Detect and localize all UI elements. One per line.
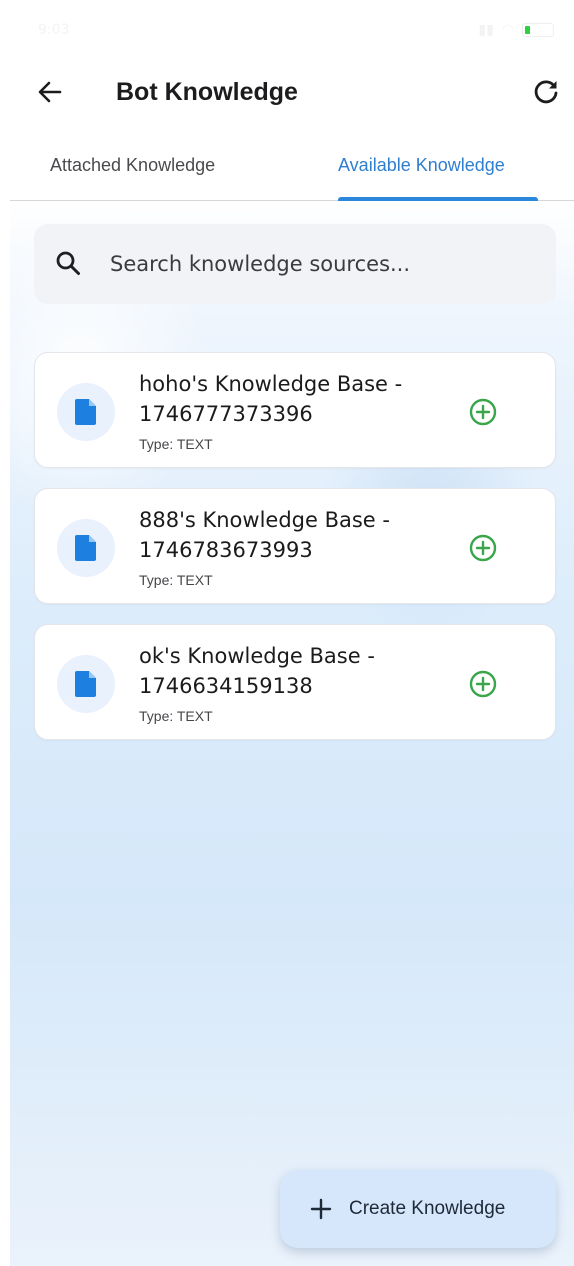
refresh-button[interactable] bbox=[530, 76, 562, 108]
status-icons: ▮▮ ◠ bbox=[478, 22, 554, 38]
knowledge-card[interactable]: 888's Knowledge Base - 1746783673993 Typ… bbox=[34, 488, 556, 604]
document-avatar bbox=[57, 655, 115, 713]
create-knowledge-button[interactable]: Create Knowledge bbox=[280, 1170, 556, 1248]
add-circle-icon[interactable] bbox=[468, 669, 498, 699]
create-knowledge-label: Create Knowledge bbox=[349, 1198, 506, 1219]
wifi-icon: ◠ bbox=[501, 22, 514, 38]
tab-bar: Attached Knowledge Available Knowledge bbox=[10, 142, 574, 201]
plus-icon bbox=[310, 1198, 332, 1220]
add-circle-icon[interactable] bbox=[468, 533, 498, 563]
tab-attached-knowledge[interactable]: Attached Knowledge bbox=[50, 152, 215, 178]
knowledge-list: hoho's Knowledge Base - 1746777373396 Ty… bbox=[34, 352, 556, 760]
app-bar: Bot Knowledge bbox=[10, 66, 574, 118]
search-icon bbox=[56, 251, 80, 275]
active-tab-indicator bbox=[338, 197, 538, 201]
search-input[interactable] bbox=[110, 242, 530, 286]
back-button[interactable] bbox=[34, 76, 66, 108]
document-avatar bbox=[57, 383, 115, 441]
page-title: Bot Knowledge bbox=[116, 78, 298, 106]
refresh-icon bbox=[534, 80, 558, 104]
status-time: 9:03 bbox=[38, 22, 70, 38]
battery-icon bbox=[522, 23, 554, 37]
document-icon bbox=[75, 671, 96, 697]
arrow-left-icon bbox=[38, 81, 62, 103]
signal-icon: ▮▮ bbox=[478, 22, 494, 38]
knowledge-type: Type: TEXT bbox=[139, 436, 213, 452]
search-bar[interactable] bbox=[34, 224, 556, 304]
document-icon bbox=[75, 399, 96, 425]
knowledge-card[interactable]: ok's Knowledge Base - 1746634159138 Type… bbox=[34, 624, 556, 740]
knowledge-type: Type: TEXT bbox=[139, 572, 213, 588]
knowledge-name: hoho's Knowledge Base - 1746777373396 bbox=[139, 372, 403, 426]
document-avatar bbox=[57, 519, 115, 577]
document-icon bbox=[75, 535, 96, 561]
knowledge-type: Type: TEXT bbox=[139, 708, 213, 724]
add-circle-icon[interactable] bbox=[468, 397, 498, 427]
tab-available-knowledge[interactable]: Available Knowledge bbox=[338, 152, 505, 178]
knowledge-card[interactable]: hoho's Knowledge Base - 1746777373396 Ty… bbox=[34, 352, 556, 468]
status-bar: 9:03 ▮▮ ◠ bbox=[10, 0, 574, 60]
app-screen: 9:03 ▮▮ ◠ Bot Knowledge Attached Knowled… bbox=[10, 0, 574, 1266]
knowledge-name: ok's Knowledge Base - 1746634159138 bbox=[139, 644, 375, 698]
knowledge-name: 888's Knowledge Base - 1746783673993 bbox=[139, 508, 390, 562]
